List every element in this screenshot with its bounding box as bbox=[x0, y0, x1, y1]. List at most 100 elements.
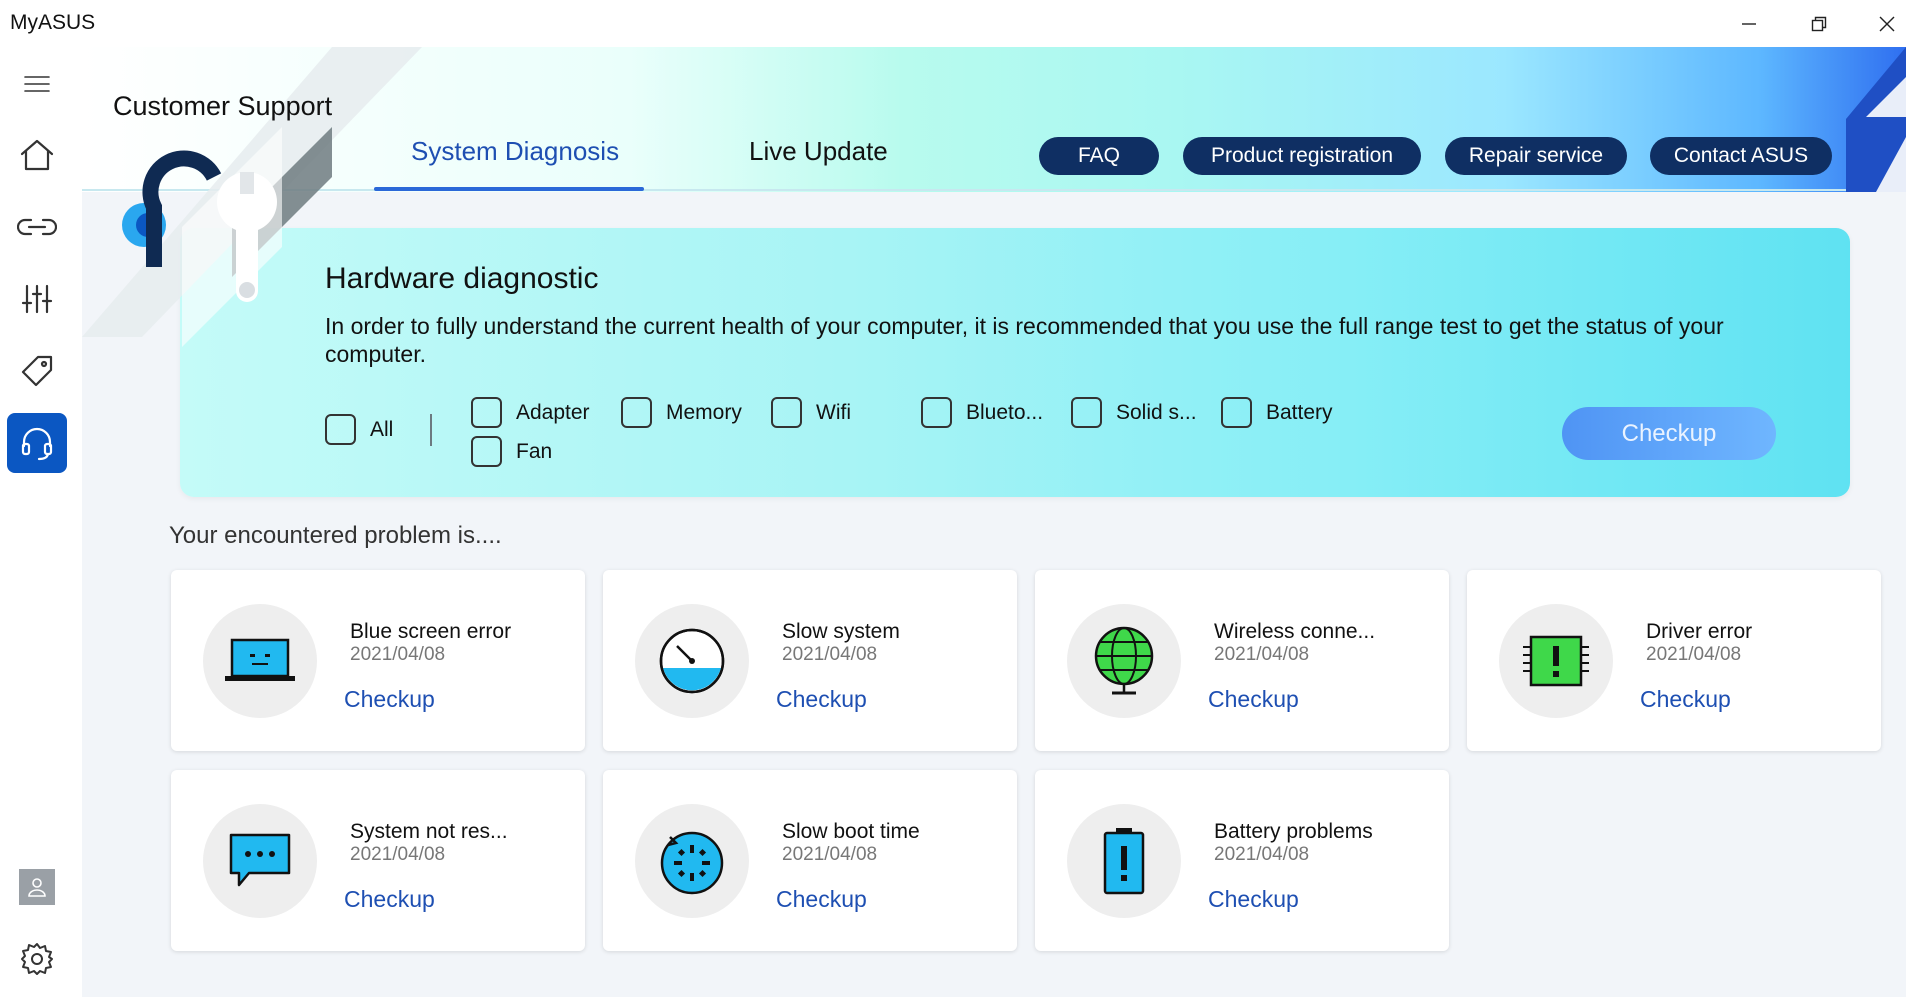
problem-checkup-link[interactable]: Checkup bbox=[776, 886, 867, 913]
problem-date: 2021/04/08 bbox=[1214, 844, 1310, 865]
problem-date: 2021/04/08 bbox=[1214, 644, 1310, 665]
checkbox-all-box[interactable] bbox=[325, 414, 356, 445]
problem-checkup-link[interactable]: Checkup bbox=[776, 686, 867, 713]
problem-icon-container bbox=[635, 604, 749, 718]
checkbox-battery-label: Battery bbox=[1266, 400, 1333, 424]
problem-icon-container bbox=[635, 804, 749, 918]
checkbox-bluetooth[interactable]: Blueto... bbox=[921, 397, 1043, 428]
problem-icon-container bbox=[203, 804, 317, 918]
diagnostic-description: In order to fully understand the current… bbox=[325, 313, 1724, 367]
problem-checkup-link[interactable]: Checkup bbox=[1640, 686, 1731, 713]
problem-date: 2021/04/08 bbox=[350, 644, 446, 665]
checkbox-ssd-label: Solid s... bbox=[1116, 400, 1197, 424]
checkbox-solid-state-drive[interactable]: Solid s... bbox=[1071, 397, 1197, 428]
chip-warning-icon bbox=[1523, 635, 1589, 687]
page-title: Customer Support bbox=[113, 91, 333, 121]
speedometer-icon bbox=[659, 628, 725, 694]
problem-date: 2021/04/08 bbox=[350, 844, 446, 865]
checkbox-ssd-box[interactable] bbox=[1071, 397, 1102, 428]
checkbox-wifi[interactable]: Wifi bbox=[771, 397, 851, 428]
checkbox-adapter-box[interactable] bbox=[471, 397, 502, 428]
link-icon bbox=[17, 218, 57, 236]
problem-checkup-link[interactable]: Checkup bbox=[344, 886, 435, 913]
problem-icon-container bbox=[203, 604, 317, 718]
checkbox-battery[interactable]: Battery bbox=[1221, 397, 1333, 428]
checkbox-memory[interactable]: Memory bbox=[621, 397, 742, 428]
problem-card-blue-screen[interactable]: Blue screen error 2021/04/08 Checkup bbox=[171, 570, 585, 751]
checkbox-fan-label: Fan bbox=[516, 439, 553, 463]
problem-card-slow-system[interactable]: Slow system 2021/04/08 Checkup bbox=[603, 570, 1017, 751]
title-bar: MyASUS bbox=[0, 0, 1906, 47]
active-tab-indicator bbox=[374, 187, 644, 191]
sidebar-item-deals[interactable] bbox=[7, 341, 67, 401]
checkbox-fan[interactable]: Fan bbox=[471, 436, 552, 467]
checkbox-separator bbox=[430, 414, 432, 446]
restore-icon bbox=[1811, 16, 1827, 31]
problem-title: Slow system bbox=[782, 620, 900, 643]
problem-title: Slow boot time bbox=[782, 820, 920, 843]
problem-card-battery[interactable]: Battery problems 2021/04/08 Checkup bbox=[1035, 770, 1449, 951]
avatar-icon bbox=[28, 878, 46, 897]
sidebar-item-customer-support[interactable] bbox=[7, 413, 67, 473]
problem-checkup-link[interactable]: Checkup bbox=[1208, 886, 1299, 913]
problem-date: 2021/04/08 bbox=[1646, 644, 1742, 665]
corner-decoration bbox=[1846, 47, 1906, 192]
close-button[interactable] bbox=[1858, 0, 1906, 47]
problem-card-slow-boot[interactable]: Slow boot time 2021/04/08 Checkup bbox=[603, 770, 1017, 951]
checkbox-adapter-label: Adapter bbox=[516, 400, 590, 424]
repair-service-button[interactable]: Repair service bbox=[1445, 137, 1627, 175]
chat-bubble-icon bbox=[229, 833, 291, 887]
sidebar-item-home[interactable] bbox=[7, 125, 67, 185]
sidebar-item-link[interactable] bbox=[7, 197, 67, 257]
avatar[interactable] bbox=[19, 869, 55, 905]
sliders-icon bbox=[21, 284, 53, 314]
checkbox-wifi-label: Wifi bbox=[816, 400, 851, 424]
checkbox-bluetooth-label: Blueto... bbox=[966, 400, 1044, 424]
problem-title: Wireless conne... bbox=[1214, 620, 1376, 643]
minimize-icon bbox=[1742, 22, 1756, 25]
problem-icon-container bbox=[1499, 604, 1613, 718]
settings-button[interactable] bbox=[7, 929, 67, 989]
sidebar bbox=[0, 47, 82, 997]
restore-button[interactable] bbox=[1790, 0, 1848, 47]
problem-title: Driver error bbox=[1646, 620, 1753, 643]
checkbox-battery-box[interactable] bbox=[1221, 397, 1252, 428]
problem-title: System not res... bbox=[350, 820, 508, 843]
problem-icon-container bbox=[1067, 604, 1181, 718]
battery-warning-icon bbox=[1103, 828, 1145, 895]
close-icon bbox=[1879, 16, 1895, 31]
tab-system-diagnosis[interactable]: System Diagnosis bbox=[411, 136, 619, 167]
faq-button[interactable]: FAQ bbox=[1039, 137, 1159, 175]
problem-checkup-link[interactable]: Checkup bbox=[1208, 686, 1299, 713]
checkbox-fan-box[interactable] bbox=[471, 436, 502, 467]
menu-button[interactable] bbox=[7, 54, 67, 114]
problems-section-label: Your encountered problem is.... bbox=[169, 522, 502, 549]
hardware-checkup-button[interactable]: Checkup bbox=[1562, 407, 1776, 460]
product-registration-button[interactable]: Product registration bbox=[1183, 137, 1421, 175]
problem-title: Blue screen error bbox=[350, 620, 512, 643]
checkbox-all[interactable]: All bbox=[325, 414, 393, 445]
tab-live-update[interactable]: Live Update bbox=[749, 136, 888, 167]
problem-date: 2021/04/08 bbox=[782, 644, 878, 665]
sidebar-item-settings-sliders[interactable] bbox=[7, 269, 67, 329]
problem-title: Battery problems bbox=[1214, 820, 1373, 843]
problem-card-driver-error[interactable]: Driver error 2021/04/08 Checkup bbox=[1467, 570, 1881, 751]
minimize-button[interactable] bbox=[1720, 0, 1778, 47]
headset-icon bbox=[21, 427, 53, 461]
checkbox-wifi-box[interactable] bbox=[771, 397, 802, 428]
home-icon bbox=[20, 139, 54, 171]
tag-icon bbox=[21, 355, 53, 387]
problem-checkup-link[interactable]: Checkup bbox=[344, 686, 435, 713]
contact-asus-button[interactable]: Contact ASUS bbox=[1650, 137, 1832, 175]
checkbox-adapter[interactable]: Adapter bbox=[471, 397, 590, 428]
checkbox-bluetooth-box[interactable] bbox=[921, 397, 952, 428]
globe-icon bbox=[1094, 626, 1154, 695]
checkbox-memory-box[interactable] bbox=[621, 397, 652, 428]
problem-card-system-not-responding[interactable]: System not res... 2021/04/08 Checkup bbox=[171, 770, 585, 951]
gear-icon bbox=[21, 943, 53, 975]
checkbox-memory-label: Memory bbox=[666, 400, 742, 424]
app-title: MyASUS bbox=[10, 11, 96, 34]
blue-screen-laptop-icon bbox=[225, 638, 295, 681]
checkbox-all-label: All bbox=[370, 417, 394, 441]
problem-card-wireless[interactable]: Wireless conne... 2021/04/08 Checkup bbox=[1035, 570, 1449, 751]
